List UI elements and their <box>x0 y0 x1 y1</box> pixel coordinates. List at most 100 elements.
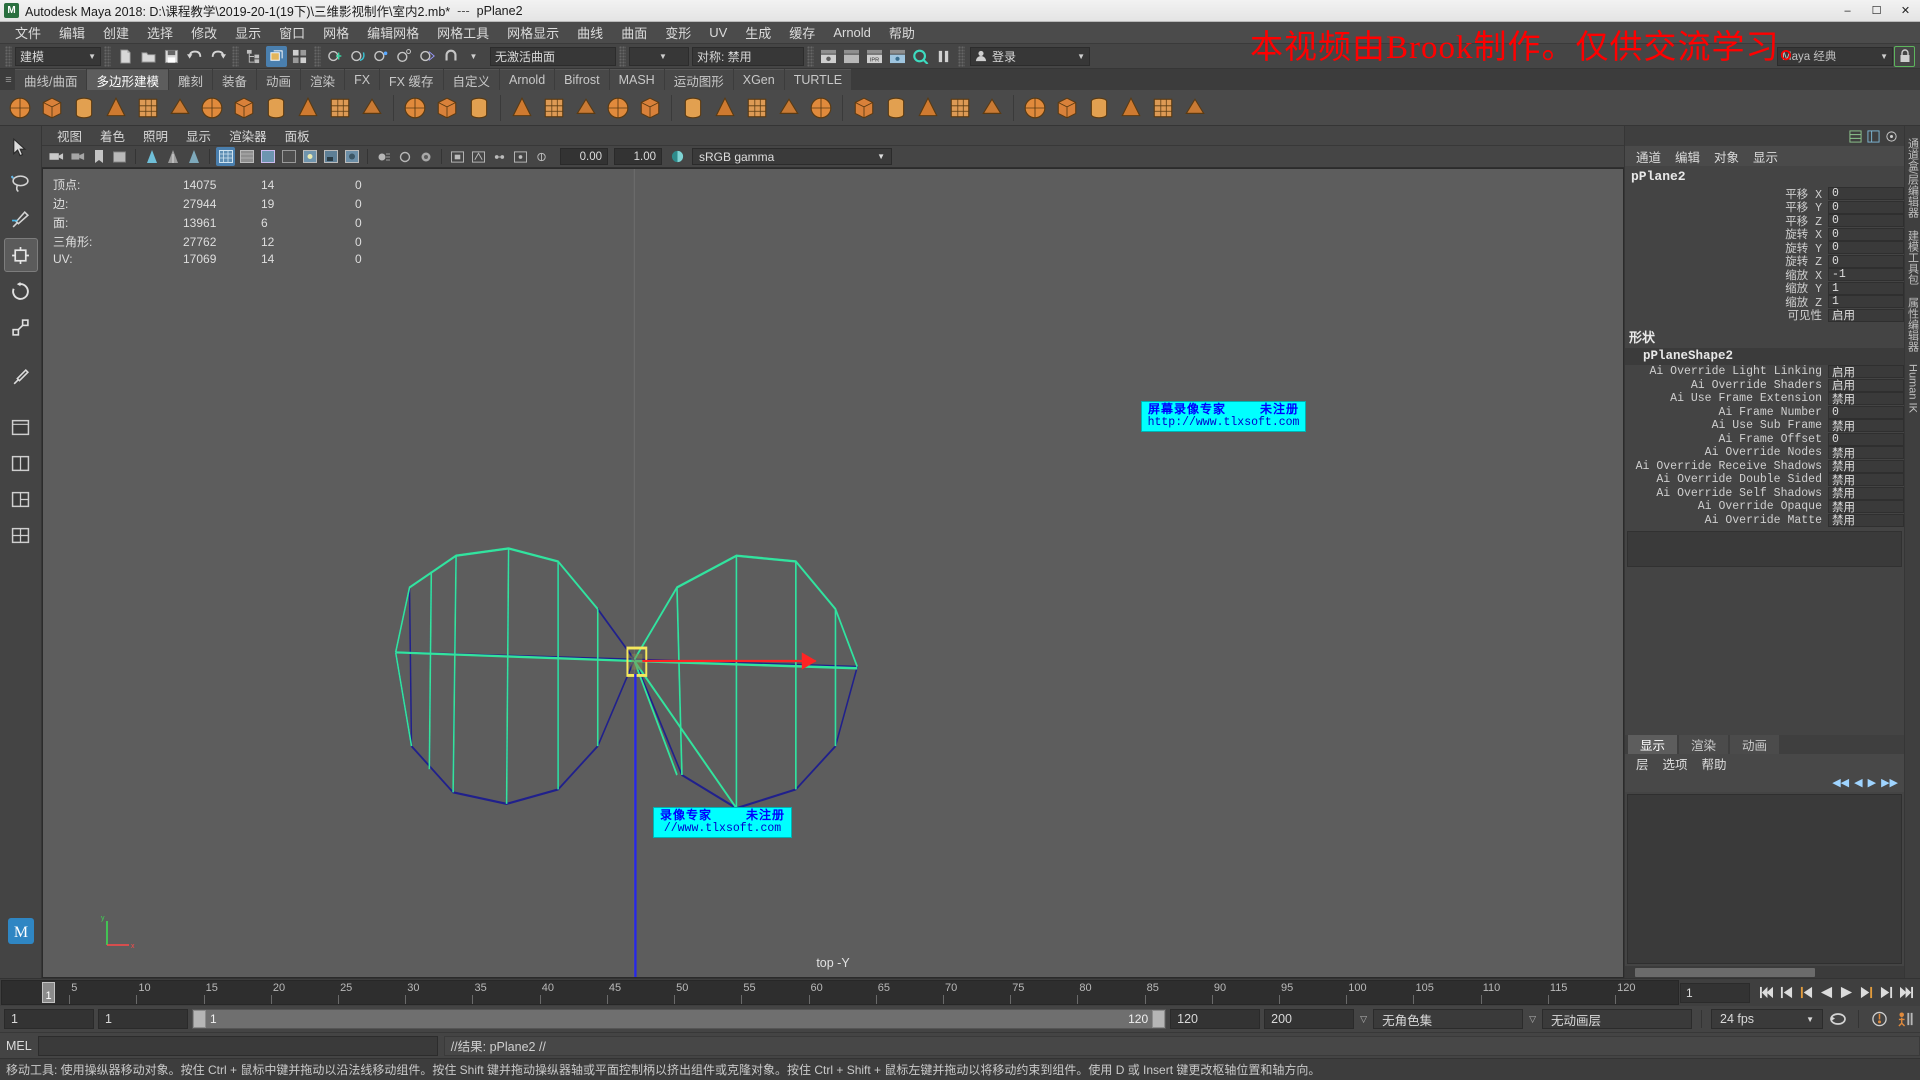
snap-dropdown-arrow-icon[interactable]: ▼ <box>463 46 484 67</box>
anim-layer-chevron-icon[interactable]: ▽ <box>1527 1014 1538 1025</box>
transform-attr-value[interactable]: 0 <box>1828 227 1904 241</box>
shape-attr-row-5[interactable]: Ai Frame Offset 0 <box>1625 432 1904 447</box>
shelf-tab-7[interactable]: FX 缓存 <box>380 69 443 90</box>
lasso-select-tool[interactable] <box>4 166 38 200</box>
layer-list[interactable] <box>1627 794 1902 964</box>
transform-attr-value[interactable]: 0 <box>1828 200 1904 214</box>
color-management-icon[interactable] <box>668 147 687 166</box>
poly-prism-icon[interactable] <box>293 92 323 123</box>
shelf-tab-11[interactable]: MASH <box>609 69 664 90</box>
viewport-menu-4[interactable]: 渲染器 <box>220 126 276 145</box>
shape-attr-row-8[interactable]: Ai Override Double Sided 禁用 <box>1625 473 1904 488</box>
bridge-icon[interactable] <box>710 92 740 123</box>
poly-torus-icon[interactable] <box>133 92 163 123</box>
step-forward-key-icon[interactable] <box>1856 982 1876 1004</box>
animation-preferences-icon[interactable] <box>1894 1009 1916 1029</box>
shelf-tab-0[interactable]: 曲线/曲面 <box>15 69 87 90</box>
layer-last-icon[interactable]: ▶▶ <box>1881 776 1898 789</box>
rotate-tool[interactable] <box>4 274 38 308</box>
snap-point-icon[interactable] <box>371 46 392 67</box>
range-slider[interactable]: 1 120 <box>192 1009 1167 1029</box>
auto-keyframe-icon[interactable] <box>1868 1009 1890 1029</box>
menu-item-14[interactable]: UV <box>700 24 736 41</box>
snap-magnet-icon[interactable] <box>440 46 461 67</box>
bookmarks-icon[interactable] <box>89 147 108 166</box>
render-current-frame-icon[interactable] <box>818 46 839 67</box>
shape-attr-row-3[interactable]: Ai Frame Number 0 <box>1625 405 1904 420</box>
poly-soft-edge-icon[interactable] <box>197 92 227 123</box>
layer-next-icon[interactable]: ▶ <box>1868 776 1876 789</box>
poly-cylinder-icon[interactable] <box>69 92 99 123</box>
wireframe-shading-icon[interactable] <box>216 147 235 166</box>
xray-joints-icon[interactable] <box>490 147 509 166</box>
transfer-attributes-icon[interactable] <box>1148 92 1178 123</box>
menu-item-13[interactable]: 变形 <box>656 22 700 43</box>
menu-item-16[interactable]: 缓存 <box>780 22 824 43</box>
layer-prev-icon[interactable]: ◀ <box>1854 776 1862 789</box>
loop-playback-icon[interactable] <box>1827 1009 1849 1029</box>
new-scene-icon[interactable] <box>115 46 136 67</box>
xray-active-components-icon[interactable] <box>511 147 530 166</box>
scale-tool[interactable] <box>4 310 38 344</box>
undo-icon[interactable] <box>184 46 205 67</box>
insert-edge-loop-icon[interactable] <box>977 92 1007 123</box>
symmetry-field[interactable]: 对称: 禁用 <box>692 46 804 66</box>
viewport-menu-2[interactable]: 照明 <box>134 126 177 145</box>
scrollbar-thumb[interactable] <box>1635 967 1815 977</box>
shelf-tab-8[interactable]: 自定义 <box>443 69 500 90</box>
attribute-editor-toggle-icon[interactable] <box>1864 127 1882 145</box>
smooth-icon[interactable] <box>603 92 633 123</box>
screen-space-ao-icon[interactable] <box>342 147 361 166</box>
shelf-tab-1[interactable]: 多边形建模 <box>87 69 168 90</box>
paint-select-tool[interactable] <box>4 202 38 236</box>
menu-item-11[interactable]: 曲线 <box>568 22 612 43</box>
range-end-handle[interactable] <box>1152 1010 1166 1028</box>
group-gripper-5[interactable] <box>807 45 814 67</box>
side-tab-2[interactable]: 属性编辑器 <box>1905 291 1920 358</box>
character-set-chevron-icon[interactable]: ▽ <box>1358 1014 1369 1025</box>
move-tool[interactable] <box>3 238 38 272</box>
shape-attr-row-10[interactable]: Ai Override Opaque 禁用 <box>1625 500 1904 515</box>
select-by-hierarchy-icon[interactable] <box>243 46 264 67</box>
transform-attr-value[interactable]: 0 <box>1828 241 1904 255</box>
film-gate-icon[interactable] <box>163 147 182 166</box>
exposure-value-field[interactable]: 0.00 <box>560 148 608 165</box>
menu-item-1[interactable]: 编辑 <box>50 22 94 43</box>
menu-item-15[interactable]: 生成 <box>736 22 780 43</box>
shelf-tab-6[interactable]: FX <box>345 69 380 90</box>
poly-sphere-icon[interactable] <box>5 92 35 123</box>
menu-item-10[interactable]: 网格显示 <box>498 22 568 43</box>
current-time-indicator[interactable]: 1 <box>42 982 55 1003</box>
menu-item-2[interactable]: 创建 <box>94 22 138 43</box>
shelf-tab-5[interactable]: 渲染 <box>301 69 345 90</box>
shape-attr-row-4[interactable]: Ai Use Sub Frame 禁用 <box>1625 419 1904 434</box>
color-space-selector[interactable]: sRGB gamma ▼ <box>692 148 892 165</box>
transform-attr-value[interactable]: 0 <box>1828 214 1904 228</box>
smooth-shade-all-icon[interactable] <box>237 147 256 166</box>
select-by-object-icon[interactable] <box>266 45 287 67</box>
character-set-selector[interactable]: 无角色集 <box>1373 1009 1524 1029</box>
transform-attr-value[interactable]: 1 <box>1828 281 1904 295</box>
shelf-tab-14[interactable]: TURTLE <box>784 69 852 90</box>
shadows-icon[interactable] <box>321 147 340 166</box>
render-sequence-icon[interactable] <box>841 46 862 67</box>
maximize-button[interactable]: ☐ <box>1862 0 1891 21</box>
crease-icon[interactable] <box>1052 92 1082 123</box>
layer-first-icon[interactable]: ◀◀ <box>1832 776 1849 789</box>
group-gripper-1[interactable] <box>104 45 111 67</box>
poly-plane-icon[interactable] <box>165 92 195 123</box>
use-all-lights-icon[interactable] <box>300 147 319 166</box>
play-forwards-icon[interactable] <box>1836 982 1856 1004</box>
menu-item-17[interactable]: Arnold <box>824 24 880 41</box>
viewport-menu-1[interactable]: 着色 <box>91 126 134 145</box>
live-surface-field[interactable]: 无激活曲面 <box>490 46 616 66</box>
offset-edge-icon[interactable] <box>945 92 975 123</box>
menu-item-4[interactable]: 修改 <box>182 22 226 43</box>
lock-icon[interactable] <box>1894 45 1915 67</box>
shape-attr-row-1[interactable]: Ai Override Shaders 启用 <box>1625 378 1904 393</box>
step-back-frame-icon[interactable] <box>1776 982 1796 1004</box>
workspace-selector[interactable]: Maya 经典 ▼ <box>1777 46 1893 66</box>
playback-start-time-field[interactable]: 1 <box>98 1009 188 1029</box>
shelf-tab-12[interactable]: 运动图形 <box>664 69 733 90</box>
last-tool-used[interactable] <box>4 360 38 394</box>
